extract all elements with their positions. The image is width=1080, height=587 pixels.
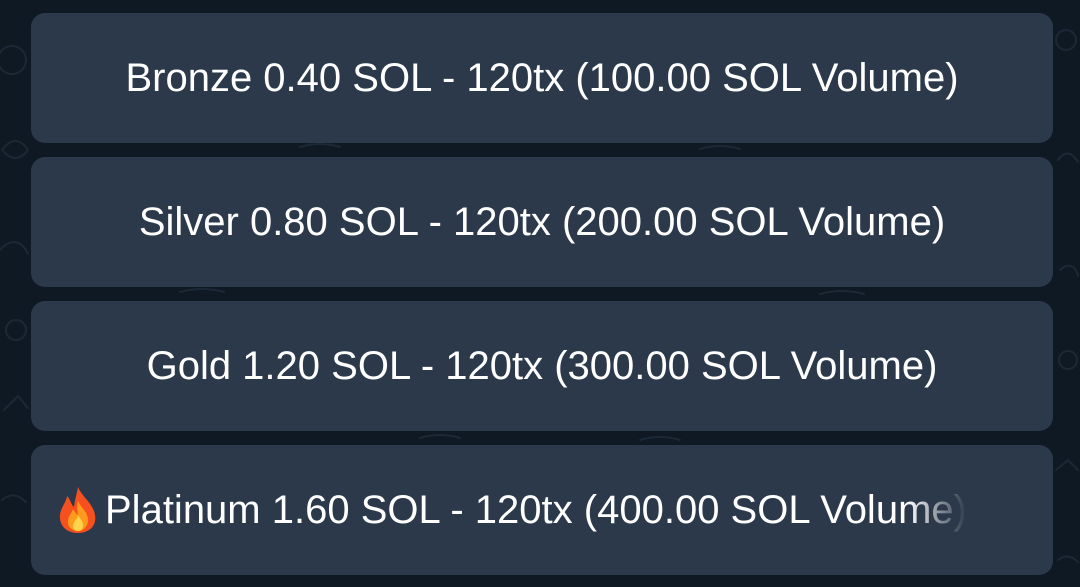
plan-button-label: Bronze 0.40 SOL - 120tx (100.00 SOL Volu…: [125, 55, 959, 100]
plan-button-content: Platinum 1.60 SOL - 120tx (400.00 SOL Vo…: [55, 485, 967, 535]
plan-button-silver[interactable]: Silver 0.80 SOL - 120tx (200.00 SOL Volu…: [31, 157, 1053, 287]
plan-button-label: Silver 0.80 SOL - 120tx (200.00 SOL Volu…: [138, 199, 946, 244]
plan-button-platinum[interactable]: Platinum 1.60 SOL - 120tx (400.00 SOL Vo…: [31, 445, 1053, 575]
inline-keyboard: Bronze 0.40 SOL - 120tx (100.00 SOL Volu…: [31, 13, 1053, 579]
fire-icon: [59, 487, 96, 533]
plan-button-label: Platinum 1.60 SOL - 120tx (400.00 SOL Vo…: [105, 487, 967, 532]
plan-button-label: Gold 1.20 SOL - 120tx (300.00 SOL Volume…: [146, 343, 938, 388]
plan-button-bronze[interactable]: Bronze 0.40 SOL - 120tx (100.00 SOL Volu…: [31, 13, 1053, 143]
plan-button-gold[interactable]: Gold 1.20 SOL - 120tx (300.00 SOL Volume…: [31, 301, 1053, 431]
